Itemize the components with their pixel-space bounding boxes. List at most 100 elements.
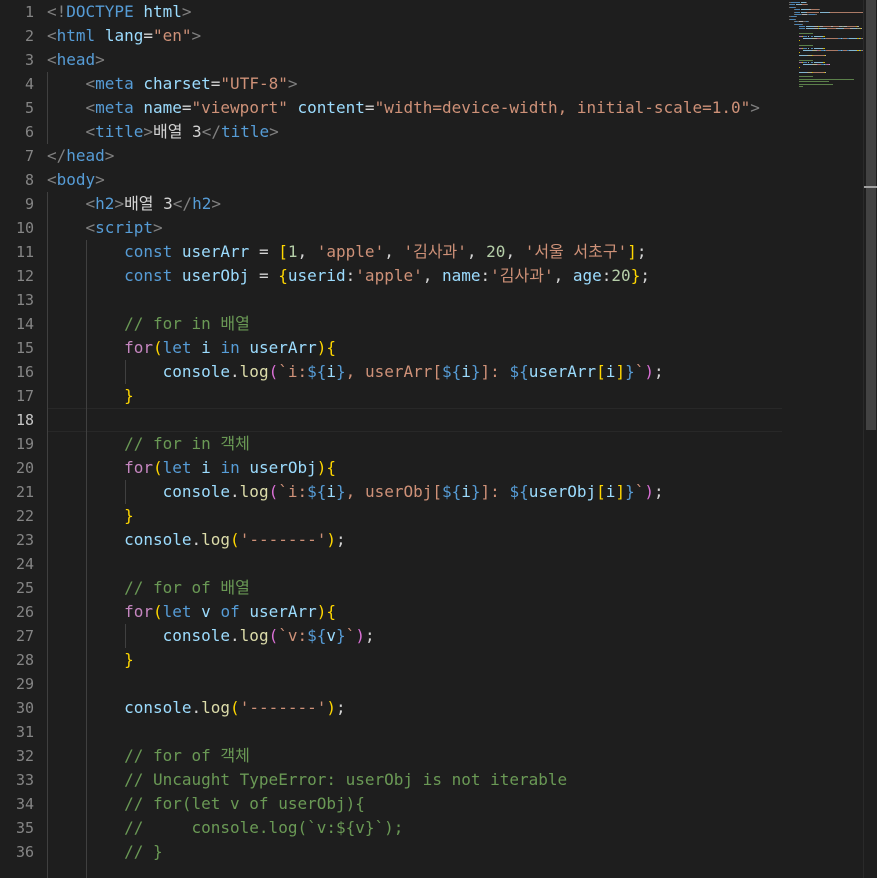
code-line[interactable]: <h2>배열 3</h2> bbox=[47, 192, 221, 216]
code-token: ) bbox=[326, 698, 337, 717]
code-token: i bbox=[201, 338, 211, 357]
code-line[interactable]: <title>배열 3</title> bbox=[47, 120, 279, 144]
code-token: [ bbox=[278, 242, 288, 261]
code-line[interactable]: <head> bbox=[47, 48, 105, 72]
code-token: v bbox=[201, 602, 211, 621]
code-token: console bbox=[124, 698, 192, 717]
code-token: "en" bbox=[152, 26, 192, 45]
code-token: ; bbox=[654, 482, 664, 501]
code-token: const bbox=[124, 266, 173, 285]
code-token: } bbox=[470, 362, 481, 381]
code-token: i bbox=[201, 458, 211, 477]
code-editor[interactable]: 1 2 3 4 5 6 7 8 9 10 11 12 13 14 15 16 17 18 19 20 21 22 23 24 2… bbox=[0, 0, 877, 878]
code-token: [ bbox=[596, 362, 606, 381]
code-line[interactable]: const userArr = [1, 'apple', '김사과', 20, … bbox=[47, 240, 646, 264]
code-line[interactable]: console.log('-------'); bbox=[47, 528, 346, 552]
line-number: 33 bbox=[15, 771, 34, 789]
code-line[interactable]: // for(let v of userObj){ bbox=[47, 792, 365, 816]
code-token: . bbox=[191, 698, 202, 717]
code-line[interactable]: } bbox=[47, 504, 134, 528]
code-line[interactable]: // for of 배열 bbox=[47, 576, 250, 600]
code-token: : bbox=[601, 266, 612, 285]
code-area[interactable]: <!DOCTYPE html> <html lang="en"> <head> <m… bbox=[47, 0, 787, 878]
code-line[interactable]: console.log(`i:${i}, userObj[${i}]: ${us… bbox=[47, 480, 664, 504]
code-token: title bbox=[220, 122, 270, 141]
minimap-token bbox=[798, 81, 829, 83]
code-line[interactable]: console.log(`i:${i}, userArr[${i}]: ${us… bbox=[47, 360, 664, 384]
code-token: > bbox=[191, 26, 202, 45]
code-line[interactable]: <meta charset="UTF-8"> bbox=[47, 72, 298, 96]
code-token: head bbox=[66, 146, 105, 165]
code-token: of bbox=[220, 602, 240, 621]
minimap-token bbox=[823, 35, 825, 37]
minimap-token bbox=[796, 16, 798, 18]
code-token: } bbox=[336, 362, 346, 381]
code-line[interactable]: for(let i in userArr){ bbox=[47, 336, 336, 360]
line-number: 18 bbox=[15, 411, 34, 429]
code-token: ]: bbox=[480, 362, 510, 381]
code-token: <! bbox=[47, 2, 67, 21]
code-token: ; bbox=[636, 242, 647, 261]
code-line[interactable]: for(let i in userObj){ bbox=[47, 456, 336, 480]
line-number: 35 bbox=[15, 819, 34, 837]
code-token: > bbox=[95, 50, 105, 69]
code-token: userid bbox=[287, 266, 346, 285]
code-line[interactable]: // Uncaught TypeError: userObj is not it… bbox=[47, 768, 567, 792]
minimap-token bbox=[798, 45, 813, 47]
code-line[interactable]: // } bbox=[47, 840, 163, 864]
code-line[interactable]: console.log(`v:${v}`); bbox=[47, 624, 375, 648]
code-line[interactable]: <meta name="viewport" content="width=dev… bbox=[47, 96, 760, 120]
code-line[interactable]: <body> bbox=[47, 168, 105, 192]
line-number: 25 bbox=[15, 579, 34, 597]
code-line[interactable]: // for in 객체 bbox=[47, 432, 250, 456]
code-token: > bbox=[750, 98, 760, 117]
code-token: "width=device-width, initial-scale=1.0" bbox=[374, 98, 751, 117]
code-line[interactable]: <!DOCTYPE html> bbox=[47, 0, 192, 24]
code-token: > bbox=[95, 170, 105, 189]
minimap-token bbox=[807, 11, 819, 13]
minimap-token bbox=[820, 11, 829, 13]
code-line[interactable]: </head> bbox=[47, 144, 114, 168]
code-line[interactable]: for(let v of userArr){ bbox=[47, 600, 336, 624]
code-token: ${ bbox=[307, 482, 327, 501]
minimap[interactable] bbox=[787, 0, 877, 100]
code-line[interactable]: } bbox=[47, 648, 134, 672]
code-token: i bbox=[605, 362, 616, 381]
minimap-token bbox=[803, 38, 812, 39]
code-token: in bbox=[220, 338, 240, 357]
line-number: 16 bbox=[15, 363, 34, 381]
code-line[interactable]: console.log('-------'); bbox=[47, 696, 346, 720]
minimap-token bbox=[798, 40, 800, 42]
code-token: > bbox=[104, 146, 115, 165]
code-token: > bbox=[211, 194, 221, 213]
minimap-token bbox=[823, 62, 825, 63]
code-token: , bbox=[466, 242, 487, 261]
line-number: 4 bbox=[24, 75, 34, 93]
code-token: ; bbox=[336, 530, 346, 549]
code-line[interactable]: // console.log(`v:${v}`); bbox=[47, 816, 403, 840]
code-line[interactable]: <script> bbox=[47, 216, 163, 240]
code-line[interactable]: <html lang="en"> bbox=[47, 24, 201, 48]
code-token: 'apple' bbox=[316, 242, 385, 261]
code-token: name bbox=[442, 266, 481, 285]
line-number: 7 bbox=[24, 147, 34, 165]
code-token: = bbox=[364, 98, 375, 117]
code-line[interactable]: // for in 배열 bbox=[47, 312, 250, 336]
vertical-scrollbar[interactable] bbox=[863, 0, 877, 878]
code-token: 20 bbox=[611, 266, 631, 285]
code-token: , userObj[ bbox=[345, 482, 442, 501]
code-token: console bbox=[162, 626, 231, 645]
code-token: , bbox=[384, 242, 404, 261]
code-line[interactable]: } bbox=[47, 384, 134, 408]
code-token: console bbox=[162, 482, 231, 501]
scrollbar-thumb[interactable] bbox=[866, 0, 876, 430]
code-token: } bbox=[336, 626, 346, 645]
code-line[interactable]: // for of 객체 bbox=[47, 744, 250, 768]
code-line[interactable]: const userObj = {userid:'apple', name:'김… bbox=[47, 264, 650, 288]
code-token: // for in 객체 bbox=[124, 434, 250, 453]
